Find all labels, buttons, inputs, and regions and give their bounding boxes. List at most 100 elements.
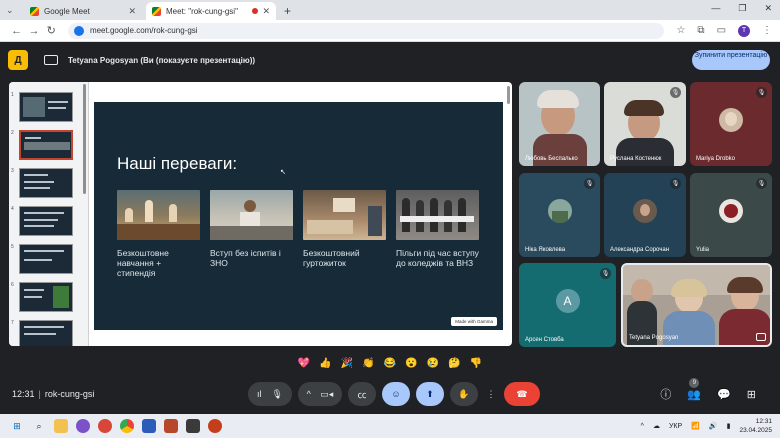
microphone-button[interactable]: 🎙 xyxy=(272,389,283,400)
search-icon[interactable]: ⌕ xyxy=(32,419,46,433)
app-icon[interactable] xyxy=(98,419,112,433)
start-menu-icon[interactable]: ⊞ xyxy=(10,419,24,433)
participant-name: Yulia xyxy=(696,247,710,253)
browser-menu-icon[interactable]: ⋮ xyxy=(762,25,772,36)
url-field[interactable]: meet.google.com/rok-cung-gsi xyxy=(67,22,665,39)
onedrive-icon[interactable]: ☁ xyxy=(653,422,660,430)
slide-thumbnail[interactable]: 7 xyxy=(11,320,73,346)
emoji-reactions-button[interactable]: ☺ xyxy=(382,382,410,406)
participant-avatar xyxy=(719,108,743,132)
media-icon[interactable] xyxy=(186,419,200,433)
feature-text: Пільги під час вступу до коледжів та ВНЗ xyxy=(396,248,479,268)
volume-icon[interactable]: 🔊 xyxy=(709,422,718,430)
forward-icon[interactable]: → xyxy=(25,25,42,37)
site-info-icon[interactable] xyxy=(73,25,84,36)
tab-close-icon[interactable]: ✕ xyxy=(262,6,270,17)
sidebar-icon[interactable]: ▭ xyxy=(717,25,726,36)
pin-tile-icon[interactable] xyxy=(756,333,766,341)
tab-title: Meet: "rok-cung-gsi" xyxy=(166,6,238,16)
slide-scrollbar[interactable] xyxy=(507,86,510,104)
reaction-thumbs-up-button[interactable]: 👍 xyxy=(318,358,334,369)
more-options-button[interactable]: ⋮ xyxy=(484,382,498,406)
slide-thumbnail[interactable]: 6 xyxy=(11,282,73,312)
made-with-gamma-badge[interactable]: Made with Gamma xyxy=(451,317,497,326)
mic-off-icon: 🎙 xyxy=(600,268,611,279)
file-explorer-icon[interactable] xyxy=(54,419,68,433)
extensions-icon[interactable]: ⧉ xyxy=(697,25,704,36)
participant-tile[interactable]: 🎙 Александра Сорочан xyxy=(604,173,686,257)
reaction-party-button[interactable]: 🎉 xyxy=(339,358,355,369)
feature-card: Пільги під час вступу до коледжів та ВНЗ xyxy=(396,190,479,268)
browser-tab-bar: ⌄ Google Meet ✕ Meet: "rok-cung-gsi" ✕ +… xyxy=(0,0,780,20)
participant-tile[interactable]: 🎙 Ніка Яковлева xyxy=(519,173,600,257)
reaction-thinking-button[interactable]: 🤔 xyxy=(447,358,463,369)
battery-icon[interactable]: ▮ xyxy=(727,422,731,430)
wifi-icon[interactable]: 📶 xyxy=(691,422,700,430)
reaction-sad-button[interactable]: 😢 xyxy=(425,358,441,369)
participant-tile[interactable]: 🎙 Mariya Drobko xyxy=(690,82,772,166)
reaction-laugh-button[interactable]: 😂 xyxy=(382,358,398,369)
clock-date: 23.04.2025 xyxy=(739,427,772,434)
slide-thumbnail-selected[interactable]: 2 xyxy=(11,130,73,160)
thumbnails-scrollbar[interactable] xyxy=(83,84,86,194)
input-language[interactable]: УКР xyxy=(669,423,682,430)
reaction-surprised-button[interactable]: 😮 xyxy=(404,358,420,369)
captions-button[interactable]: ㏄ xyxy=(348,382,376,406)
participant-name: Mariya Drobko xyxy=(696,156,736,162)
taskbar-clock[interactable]: 12:31 23.04.2025 xyxy=(739,417,772,435)
tab-close-icon[interactable]: ✕ xyxy=(128,6,136,17)
side-tools: ⓘ 9 👥 💬 ⊞ xyxy=(660,377,756,402)
slide-thumbnail[interactable]: 3 xyxy=(11,168,73,198)
powerpoint-icon[interactable] xyxy=(164,419,178,433)
close-window-button[interactable]: ✕ xyxy=(764,3,772,14)
participant-name: Руслана Костенюк xyxy=(610,156,662,162)
tray-chevron-icon[interactable]: ^ xyxy=(641,423,644,430)
profile-avatar[interactable]: T xyxy=(738,24,751,37)
activities-icon[interactable]: ⊞ xyxy=(747,388,756,401)
slide-thumbnail[interactable]: 5 xyxy=(11,244,73,274)
teams-icon[interactable] xyxy=(76,419,90,433)
participant-tile[interactable]: A 🎙 Арсен Стовба xyxy=(519,263,616,347)
present-now-button[interactable]: ⬆ xyxy=(416,382,444,406)
chat-icon[interactable]: 💬 xyxy=(717,388,731,401)
participant-tile[interactable]: 🎙 Руслана Костенюк xyxy=(604,82,686,166)
participant-name: Александра Сорочан xyxy=(610,247,670,253)
participant-tile[interactable]: 🎙 Yulia xyxy=(690,173,772,257)
participant-avatar xyxy=(719,199,743,223)
reaction-thumbs-down-button[interactable]: 👎 xyxy=(468,358,484,369)
chrome-icon[interactable] xyxy=(120,419,134,433)
tab-search-icon[interactable]: ⌄ xyxy=(6,5,14,16)
feature-card: Вступ без іспитів і ЗНО xyxy=(210,190,293,268)
participant-count-badge: 9 xyxy=(689,377,700,388)
slide-thumbnails: 1 2 3 4 5 6 7 xyxy=(9,82,89,346)
tab-google-meet[interactable]: Google Meet ✕ xyxy=(24,2,142,20)
back-icon[interactable]: ← xyxy=(8,25,25,37)
meeting-code: rok-cung-gsi xyxy=(44,389,95,399)
window-controls: — ❐ ✕ xyxy=(711,3,772,14)
reload-icon[interactable]: ↻ xyxy=(43,24,60,37)
feature-text: Безкоштовний гуртожиток xyxy=(303,248,360,268)
minimize-button[interactable]: — xyxy=(711,3,720,14)
slide-thumbnail[interactable]: 4 xyxy=(11,206,73,236)
powerpoint-app-icon[interactable] xyxy=(208,419,222,433)
word-icon[interactable] xyxy=(142,419,156,433)
bookmark-star-icon[interactable]: ☆ xyxy=(676,25,685,36)
people-button[interactable]: 9 👥 xyxy=(687,377,701,401)
participant-tile[interactable]: Любовь Беспалько xyxy=(519,82,600,166)
new-tab-button[interactable]: + xyxy=(284,2,291,20)
stop-presenting-button[interactable]: Зупинити презентацію xyxy=(692,50,770,70)
maximize-button[interactable]: ❐ xyxy=(738,3,746,14)
participant-name: Tetyana Pogosyan xyxy=(629,335,679,341)
tab-meet-call[interactable]: Meet: "rok-cung-gsi" ✕ xyxy=(146,2,276,20)
app-logo: Д xyxy=(8,50,28,70)
participant-tile-self[interactable]: Tetyana Pogosyan xyxy=(621,263,772,347)
meeting-details-icon[interactable]: ⓘ xyxy=(660,386,671,402)
participant-avatar xyxy=(633,199,657,223)
reaction-clap-button[interactable]: 👏 xyxy=(361,358,377,369)
reaction-heart-button[interactable]: 💖 xyxy=(296,358,312,369)
slide-thumbnail[interactable]: 1 xyxy=(11,92,73,122)
camera-options-chevron-icon[interactable]: ^ xyxy=(307,389,311,399)
end-call-button[interactable]: ☎ xyxy=(504,382,540,406)
raise-hand-button[interactable]: ✋ xyxy=(450,382,478,406)
camera-button[interactable]: ▭◂ xyxy=(320,389,333,400)
